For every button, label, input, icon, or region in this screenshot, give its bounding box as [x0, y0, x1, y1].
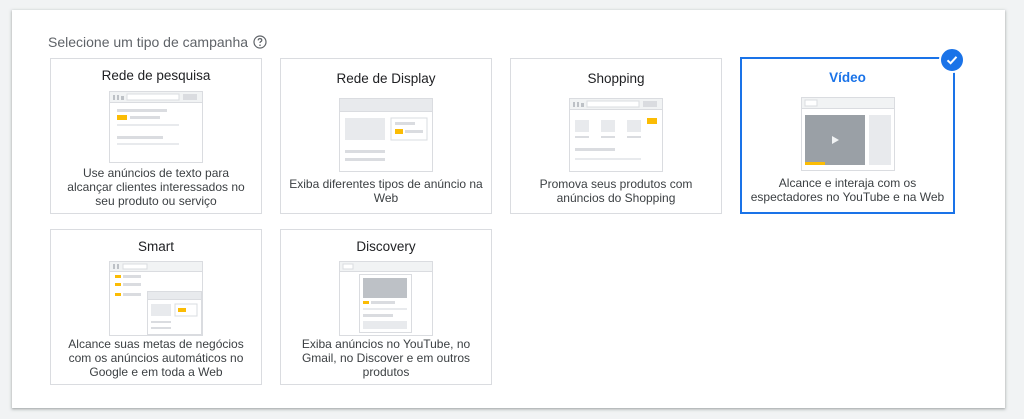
card-description: Use anúncios de texto para alcançar clie… [67, 166, 245, 208]
card-title: Vídeo [829, 70, 866, 85]
card-description: Alcance e interaja com os espectadores n… [750, 176, 945, 204]
section-title-text: Selecione um tipo de campanha [48, 34, 249, 50]
discovery-ad-illustration [339, 261, 433, 336]
search-ad-illustration [109, 91, 203, 163]
card-title: Rede de pesquisa [101, 68, 211, 83]
campaign-card-search[interactable]: Rede de pesquisa Use anúncios de texto p… [50, 58, 262, 214]
campaign-card-video[interactable]: Vídeo Alcance e interaja com os espectad… [740, 47, 965, 214]
card-title: Rede de Display [336, 71, 436, 86]
help-circle-icon[interactable] [253, 35, 267, 49]
card-description: Alcance suas metas de negócios com os an… [68, 337, 244, 379]
campaign-type-panel: Selecione um tipo de campanha Rede de pe… [12, 10, 1005, 408]
campaign-card-display[interactable]: Rede de Display Exiba diferentes tipos d… [280, 58, 492, 214]
card-title: Discovery [356, 239, 416, 254]
campaign-card-shopping[interactable]: Shopping Promova seus produtos com anúnc… [510, 58, 722, 214]
display-ad-illustration [339, 98, 433, 172]
card-description: Exiba diferentes tipos de anúncio na Web [289, 177, 483, 205]
card-title: Smart [137, 239, 174, 254]
smart-ad-illustration [109, 261, 203, 336]
section-title: Selecione um tipo de campanha [48, 34, 267, 50]
shopping-ad-illustration [569, 98, 663, 172]
card-title: Shopping [587, 71, 645, 86]
campaign-card-smart[interactable]: Smart Alcance suas metas de negócios com… [50, 229, 262, 385]
campaign-card-discovery[interactable]: Discovery Exiba anúncios no YouTube, no … [280, 229, 492, 385]
video-ad-illustration [800, 97, 895, 171]
card-description: Exiba anúncios no YouTube, no Gmail, no … [301, 337, 471, 379]
card-description: Promova seus produtos com anúncios do Sh… [539, 177, 693, 205]
